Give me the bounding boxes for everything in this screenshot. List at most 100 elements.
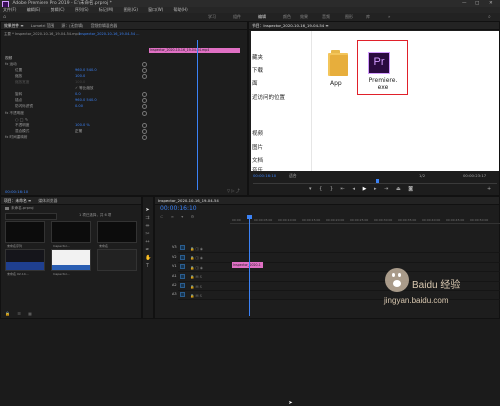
ec-clip-bar[interactable]: Inspector_2020-10-16_19-04-54.mp4 (149, 48, 240, 53)
ec-playhead[interactable] (197, 40, 198, 190)
type-tool-icon[interactable]: T (145, 264, 150, 269)
tab-project[interactable]: 项目：未命名 ≡ (4, 198, 31, 203)
tab-sequence[interactable]: Inspector_2020-10-16_19-04-54 (158, 198, 219, 203)
track-row-a3[interactable] (178, 290, 500, 300)
track-select-tool-icon[interactable]: ⇉ (145, 216, 150, 221)
workspace-more-icon[interactable]: » (388, 13, 390, 21)
reset-icon[interactable] (142, 92, 147, 97)
workspace-libraries[interactable]: 库 (366, 13, 370, 21)
ec-filter-icon[interactable]: ▽ ▷ ⤴ (227, 188, 240, 194)
ec-prop-value[interactable]: 100.0 % (75, 123, 90, 127)
menu-window[interactable]: 窗口(W) (148, 7, 163, 12)
ec-prop-label[interactable]: fx 不透明度 (5, 111, 24, 116)
search-icon[interactable]: ⌕ (488, 13, 491, 21)
file-label-app[interactable]: App (330, 80, 342, 87)
track-row-v1[interactable] (178, 262, 500, 272)
go-to-out-icon[interactable]: ⇥ (384, 186, 391, 192)
ec-prop-value[interactable]: 正常 (75, 129, 82, 134)
workspace-graphics[interactable]: 图形 (345, 13, 353, 21)
ec-prop-label[interactable]: ✓ 等比缩放 (75, 86, 94, 91)
lift-icon[interactable]: ⏏ (396, 186, 404, 192)
timeline-playhead[interactable] (249, 216, 250, 316)
project-search-input[interactable] (5, 213, 57, 220)
project-thumbnail[interactable] (97, 221, 137, 243)
premiere-app-icon[interactable]: Pr (368, 52, 390, 74)
razor-tool-icon[interactable]: ✂ (145, 232, 150, 237)
ec-prop-value[interactable]: 100.0 (75, 74, 85, 78)
track-target-toggle[interactable] (180, 255, 185, 260)
ec-prop-label[interactable]: fx 运动 (5, 62, 17, 67)
track-target-toggle[interactable] (180, 245, 185, 250)
workspace-color[interactable]: 颜色 (283, 13, 291, 21)
reset-icon[interactable] (142, 123, 147, 128)
project-thumbnail[interactable] (51, 221, 91, 243)
mark-out-icon[interactable]: } (330, 186, 336, 192)
list-view-icon[interactable]: ☰ (17, 311, 24, 316)
workspace-editing[interactable]: 编辑 (258, 13, 266, 21)
ec-prop-value[interactable]: 960.0 540.0 (75, 68, 97, 72)
track-target-toggle[interactable] (180, 292, 185, 297)
track-row-v3[interactable] (178, 243, 500, 253)
track-target-toggle[interactable] (180, 274, 185, 279)
export-frame-icon[interactable]: ◙ (408, 186, 416, 192)
folder-icon[interactable] (326, 50, 350, 76)
program-playhead[interactable] (376, 179, 379, 183)
reset-icon[interactable] (142, 104, 147, 109)
add-marker-icon[interactable]: ▾ (309, 186, 315, 192)
project-thumbnail[interactable] (51, 249, 91, 271)
ec-prop-value[interactable]: 100.0 (75, 80, 85, 84)
play-icon[interactable]: ▶ (363, 186, 370, 192)
tab-effect-controls[interactable]: 效果控件 ≡ (4, 23, 24, 28)
timeline-playhead-handle[interactable] (247, 215, 252, 219)
ec-prop-value[interactable]: 0.0 (75, 92, 81, 96)
close-button[interactable]: ✕ (489, 0, 493, 7)
file-label-premiere[interactable]: Premiere. exe (362, 77, 404, 91)
snap-icon[interactable]: ⊂ (160, 214, 166, 219)
step-back-icon[interactable]: ◂ (352, 186, 358, 192)
ec-prop-label[interactable]: fx 时间重映射 (5, 135, 28, 140)
timeline-clip[interactable]: Inspector_2020-1 (232, 262, 263, 268)
selection-tool-icon[interactable]: ➤ (288, 401, 293, 406)
settings-icon[interactable]: ⚙ (191, 214, 198, 219)
maximize-button[interactable]: □ (475, 0, 479, 7)
minimize-button[interactable]: — (462, 0, 467, 7)
selection-tool-icon[interactable]: ➤ (145, 208, 150, 213)
ripple-edit-tool-icon[interactable]: ⇹ (145, 224, 150, 229)
menu-help[interactable]: 帮助(H) (174, 7, 188, 12)
menu-edit[interactable]: 编辑(E) (27, 7, 41, 12)
quality-dropdown[interactable]: 1/2 (419, 173, 425, 178)
step-forward-icon[interactable]: ▸ (374, 186, 380, 192)
slip-tool-icon[interactable]: ↔ (145, 240, 150, 245)
menu-graphics[interactable]: 图形(G) (124, 7, 138, 12)
pen-tool-icon[interactable]: ✒ (145, 248, 150, 253)
mark-in-icon[interactable]: { (319, 186, 325, 192)
project-thumbnail[interactable] (97, 249, 137, 271)
track-target-toggle[interactable] (180, 283, 185, 288)
project-thumbnail[interactable] (5, 221, 45, 243)
mask-shape-icons[interactable]: ○ □ ✎ (15, 117, 28, 122)
workspace-audio[interactable]: 音频 (322, 13, 330, 21)
program-scrubber[interactable] (253, 180, 497, 184)
menu-file[interactable]: 文件(F) (3, 7, 16, 12)
workspace-effects[interactable]: 效果 (300, 13, 308, 21)
linked-selection-icon[interactable]: ∞ (171, 214, 177, 219)
track-lock-icons[interactable]: 🔒 ◫ ◉ 🔒 ◫ ◉ 🔒 ◫ ◉ 🔒 M S 🔒 M S 🔒 M S (190, 245, 203, 301)
tab-media-browser[interactable]: 媒体浏览器 (38, 198, 57, 203)
menu-clip[interactable]: 剪辑(C) (51, 7, 65, 12)
workspace-assembly[interactable]: 组件 (233, 13, 241, 21)
icon-view-icon[interactable]: ▦ (28, 311, 35, 316)
reset-icon[interactable] (142, 98, 147, 103)
menu-marker[interactable]: 标记(M) (99, 7, 114, 12)
tab-lumetri-scopes[interactable]: Lumetri 范围 (31, 23, 54, 28)
hand-tool-icon[interactable]: ✋ (145, 256, 151, 261)
track-target-toggle[interactable] (180, 264, 185, 269)
reset-icon[interactable] (142, 135, 147, 140)
workspace-learn[interactable]: 学习 (208, 13, 216, 21)
ec-timecode[interactable]: 00:00:16:10 (5, 189, 28, 194)
menu-sequence[interactable]: 序列(S) (75, 7, 89, 12)
project-thumbnail[interactable] (5, 249, 45, 271)
reset-icon[interactable] (142, 129, 147, 134)
add-marker-icon[interactable]: ▾ (181, 214, 186, 219)
reset-icon[interactable] (142, 111, 147, 116)
fit-dropdown[interactable]: 适合 (289, 173, 297, 179)
